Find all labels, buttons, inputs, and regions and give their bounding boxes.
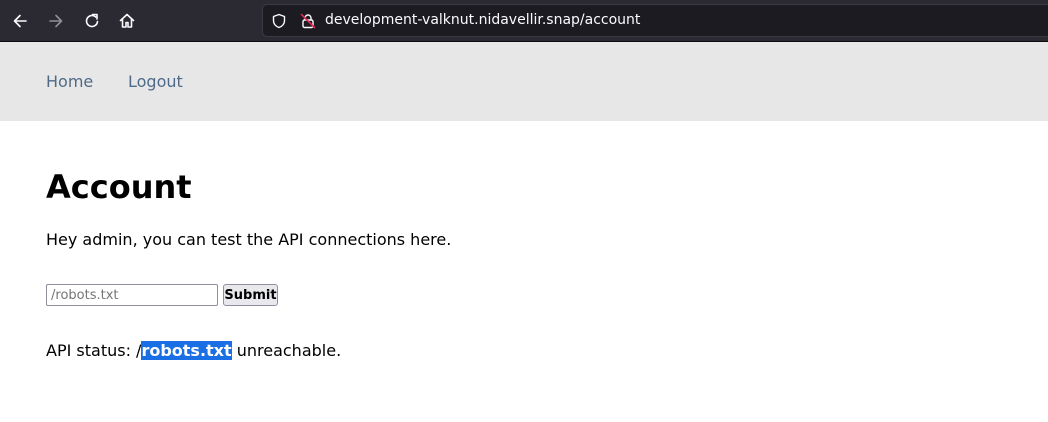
forward-arrow-icon — [49, 14, 63, 28]
page-title: Account — [46, 168, 192, 206]
home-icon — [119, 13, 135, 28]
api-status-prefix: API status: / — [46, 341, 142, 360]
back-arrow-icon — [13, 14, 27, 28]
api-path-input[interactable] — [46, 284, 218, 306]
back-button[interactable] — [5, 5, 35, 37]
browser-toolbar: development-valknut.nidavellir.snap/acco… — [0, 0, 1048, 42]
url-bar[interactable]: development-valknut.nidavellir.snap/acco… — [262, 4, 1048, 37]
site-navbar: Home Logout — [0, 42, 1048, 121]
intro-text: Hey admin, you can test the API connecti… — [46, 230, 452, 249]
api-status-suffix: unreachable. — [231, 341, 342, 360]
selected-status-text: robots.txt — [141, 341, 232, 360]
forward-button[interactable] — [41, 5, 71, 37]
home-button[interactable] — [112, 5, 142, 37]
nav-home-link[interactable]: Home — [46, 72, 93, 91]
reload-icon — [85, 13, 99, 28]
reload-button[interactable] — [77, 5, 107, 37]
nav-logout-link[interactable]: Logout — [128, 72, 183, 91]
shield-icon[interactable] — [271, 13, 287, 29]
api-status-line: API status: /robots.txt unreachable. — [46, 341, 341, 360]
url-text[interactable]: development-valknut.nidavellir.snap/acco… — [325, 12, 640, 28]
insecure-lock-icon[interactable] — [300, 13, 316, 29]
submit-button[interactable]: Submit — [223, 284, 278, 306]
